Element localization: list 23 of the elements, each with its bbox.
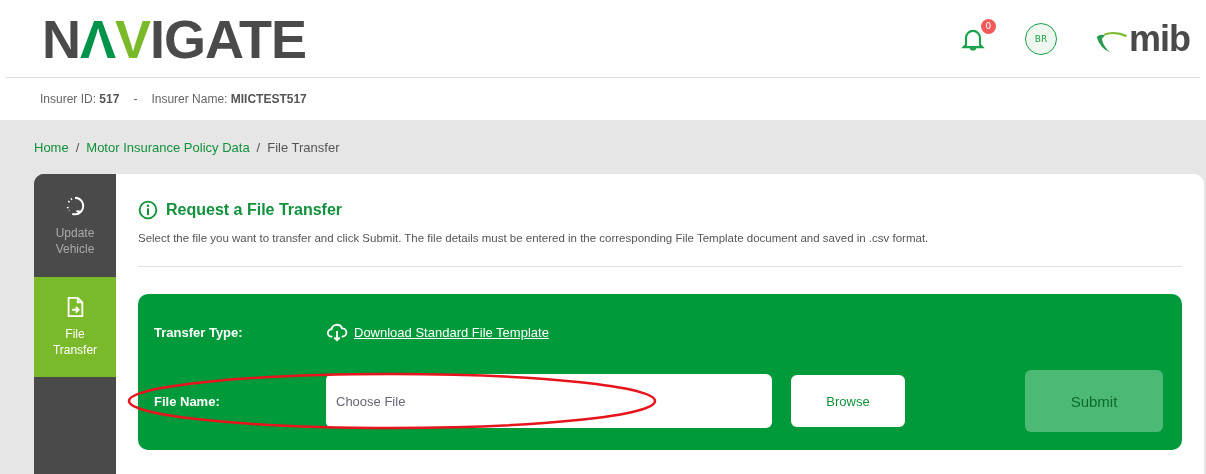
breadcrumb-link[interactable]: Motor Insurance Policy Data <box>86 139 250 155</box>
description-text: Select the file you want to transfer and click Submit. The file details must be entered in the corresponding File Template document and saved in .csv format. <box>138 232 930 244</box>
breadcrumb-link[interactable]: Home <box>34 139 69 155</box>
user-avatar[interactable]: BR <box>1025 22 1057 55</box>
breadcrumb-separator: / <box>75 139 80 155</box>
insurer-name: Insurer Name: MIICTEST517 <box>151 92 307 106</box>
insurer-id: Insurer ID: 517 <box>40 92 120 106</box>
cloud-download-icon <box>326 321 348 343</box>
breadcrumb-current: File Transfer <box>267 139 340 155</box>
separator-text: - <box>133 92 138 106</box>
breadcrumb-separator: / <box>256 139 261 155</box>
sidebar-item[interactable]: File Transfer <box>34 277 116 377</box>
refresh-icon <box>64 194 86 217</box>
info-icon <box>138 200 158 220</box>
field-label: Transfer Type: <box>154 324 244 340</box>
notification-badge: 0 <box>981 18 996 34</box>
browse-button[interactable]: Browse <box>791 375 905 427</box>
panel-title: Request a File Transfer <box>166 201 343 219</box>
brand-logo: mib <box>1129 20 1190 57</box>
field-label: File Name: <box>154 393 221 409</box>
navigate-logo: NΛVIGATE <box>42 11 307 66</box>
file-input-field[interactable]: Choose File <box>326 374 772 428</box>
download-link[interactable]: Download Standard File Template <box>354 324 549 340</box>
